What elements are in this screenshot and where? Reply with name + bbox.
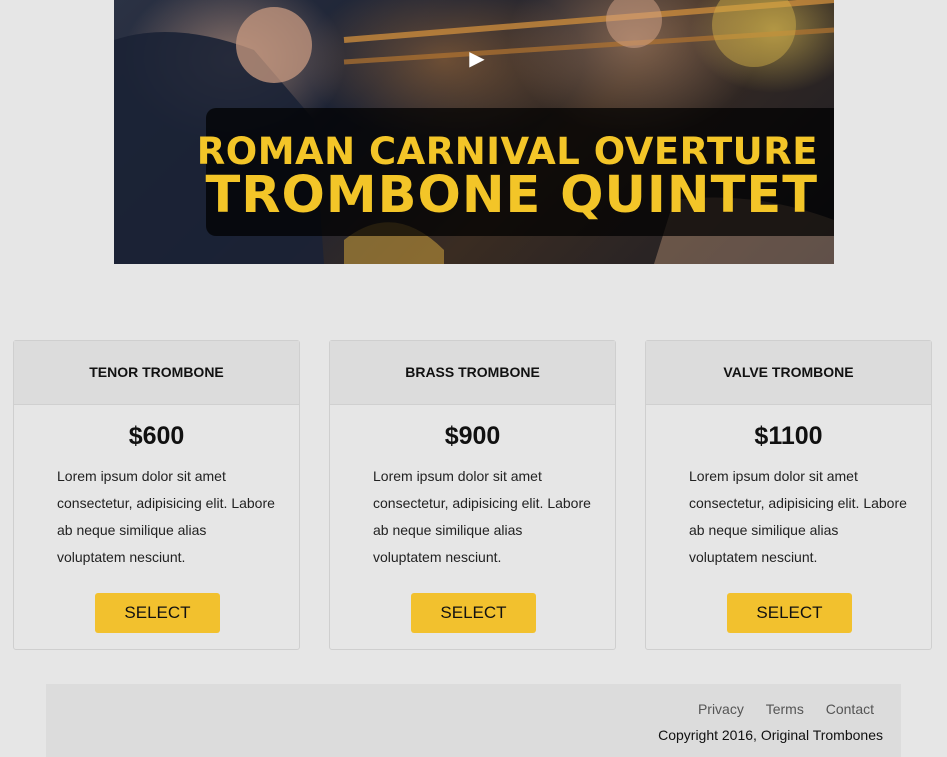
footer-link-terms[interactable]: Terms: [766, 701, 804, 717]
page: ▶ ROMAN CARNIVAL OVERTURE TROMBONE QUINT…: [0, 0, 947, 757]
card-price: $1100: [754, 422, 823, 450]
card-title: TENOR TROMBONE: [14, 341, 299, 405]
card-description: Lorem ipsum dolor sit amet consectetur, …: [57, 468, 275, 565]
copyright-text: Copyright 2016, Original Trombones: [658, 727, 883, 743]
select-button-valve[interactable]: SELECT: [727, 593, 852, 633]
pricing-card-brass: BRASS TROMBONE $900 Lorem ipsum dolor si…: [329, 340, 616, 650]
footer-link-contact[interactable]: Contact: [826, 701, 874, 717]
card-price: $600: [128, 422, 185, 450]
footer-link-privacy[interactable]: Privacy: [698, 701, 744, 717]
card-description: Lorem ipsum dolor sit amet consectetur, …: [689, 468, 907, 565]
pricing-card-valve: VALVE TROMBONE $1100 Lorem ipsum dolor s…: [645, 340, 932, 650]
pricing-card-tenor: TENOR TROMBONE $600 Lorem ipsum dolor si…: [13, 340, 300, 650]
select-button-brass[interactable]: SELECT: [411, 593, 536, 633]
video-title-overlay: ROMAN CARNIVAL OVERTURE TROMBONE QUINTET: [197, 108, 834, 236]
card-price: $900: [444, 422, 501, 450]
card-description: Lorem ipsum dolor sit amet consectetur, …: [373, 468, 591, 565]
card-title: BRASS TROMBONE: [330, 341, 615, 405]
footer: Privacy Terms Contact Copyright 2016, Or…: [46, 684, 901, 757]
video-player[interactable]: ▶ ROMAN CARNIVAL OVERTURE TROMBONE QUINT…: [114, 0, 834, 264]
card-title: VALVE TROMBONE: [646, 341, 931, 405]
footer-links: Privacy Terms Contact: [680, 701, 874, 717]
video-title-line2: TROMBONE QUINTET: [205, 166, 818, 225]
select-button-tenor[interactable]: SELECT: [95, 593, 220, 633]
play-icon[interactable]: ▶: [466, 47, 488, 71]
